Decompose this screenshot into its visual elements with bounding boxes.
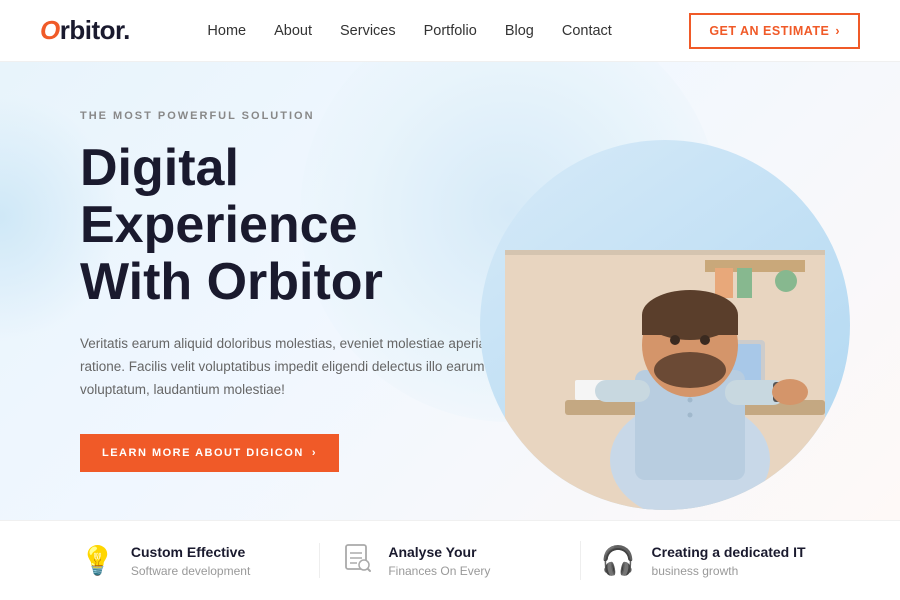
card-it: 🎧 Creating a dedicated IT business growt… xyxy=(581,543,840,577)
hero-title-line2: With Orbitor xyxy=(80,253,383,311)
nav-contact[interactable]: Contact xyxy=(562,22,612,40)
estimate-arrow: › xyxy=(835,24,840,38)
nav-blog-link[interactable]: Blog xyxy=(505,23,534,39)
nav-services-link[interactable]: Services xyxy=(340,23,396,39)
learn-more-button[interactable]: LEARN MORE ABOUT DIGICON › xyxy=(80,434,339,472)
learn-more-label: LEARN MORE ABOUT DIGICON xyxy=(102,447,304,459)
card-it-subtitle: business growth xyxy=(652,564,806,578)
hero-title-line1: Digital Experience xyxy=(80,139,358,254)
nav-home-link[interactable]: Home xyxy=(207,23,246,39)
card-software-icon: 💡 xyxy=(80,544,115,577)
get-estimate-button[interactable]: GET AN ESTIMATE › xyxy=(689,13,860,49)
nav-about-link[interactable]: About xyxy=(274,23,312,39)
logo-o: O xyxy=(40,15,60,46)
card-analyse: Analyse Your Finances On Every xyxy=(320,541,580,580)
card-it-text: Creating a dedicated IT business growth xyxy=(652,543,806,577)
card-analyse-title: Analyse Your xyxy=(388,543,490,561)
hero-description: Veritatis earum aliquid doloribus molest… xyxy=(80,333,510,402)
logo-text: rbitor. xyxy=(60,15,130,46)
learn-more-arrow: › xyxy=(312,447,317,459)
nav-home[interactable]: Home xyxy=(207,22,246,40)
hero-person-illustration xyxy=(505,170,825,510)
nav-portfolio[interactable]: Portfolio xyxy=(424,22,477,40)
navbar: Orbitor. Home About Services Portfolio B… xyxy=(0,0,900,62)
card-it-title: Creating a dedicated IT xyxy=(652,543,806,561)
hero-content: THE MOST POWERFUL SOLUTION Digital Exper… xyxy=(0,110,520,472)
estimate-label: GET AN ESTIMATE xyxy=(709,24,829,38)
bottom-cards: 💡 Custom Effective Software development … xyxy=(0,520,900,600)
card-software: 💡 Custom Effective Software development xyxy=(60,543,320,577)
hero-section: THE MOST POWERFUL SOLUTION Digital Exper… xyxy=(0,62,900,520)
logo[interactable]: Orbitor. xyxy=(40,15,130,46)
hero-title: Digital Experience With Orbitor xyxy=(80,140,520,312)
nav-services[interactable]: Services xyxy=(340,22,396,40)
hero-image-area xyxy=(480,120,850,520)
card-software-title: Custom Effective xyxy=(131,543,250,561)
card-it-icon: 🎧 xyxy=(601,544,636,577)
hero-image-circle xyxy=(480,140,850,510)
nav-blog[interactable]: Blog xyxy=(505,22,534,40)
hero-subtitle: THE MOST POWERFUL SOLUTION xyxy=(80,110,520,122)
card-analyse-text: Analyse Your Finances On Every xyxy=(388,543,490,577)
nav-links: Home About Services Portfolio Blog Conta… xyxy=(207,22,611,40)
nav-portfolio-link[interactable]: Portfolio xyxy=(424,23,477,39)
card-analyse-icon xyxy=(340,541,372,580)
nav-about[interactable]: About xyxy=(274,22,312,40)
card-software-subtitle: Software development xyxy=(131,564,250,578)
card-analyse-subtitle: Finances On Every xyxy=(388,564,490,578)
card-software-text: Custom Effective Software development xyxy=(131,543,250,577)
nav-contact-link[interactable]: Contact xyxy=(562,23,612,39)
